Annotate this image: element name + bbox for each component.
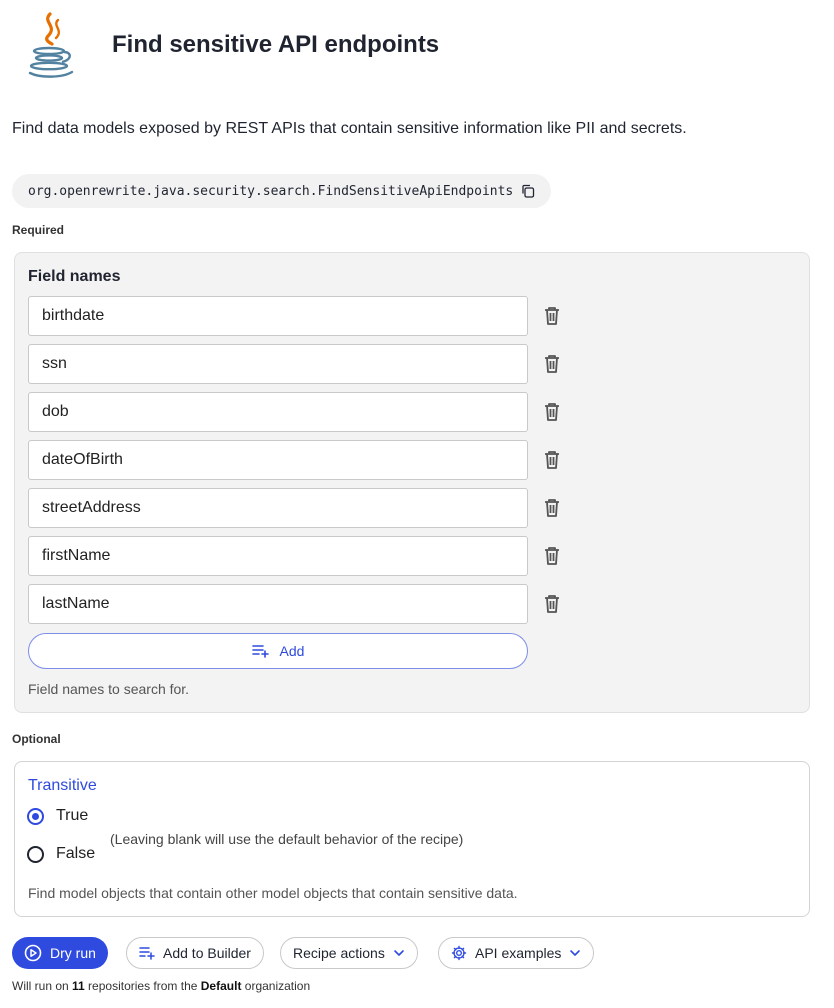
playlist-add-icon bbox=[139, 947, 155, 960]
optional-options-panel: Transitive True False (Leaving blank wil… bbox=[14, 761, 810, 917]
run-note-suffix: organization bbox=[241, 979, 311, 993]
trash-icon[interactable] bbox=[540, 304, 564, 328]
radio-button[interactable] bbox=[27, 845, 44, 863]
gear-icon bbox=[451, 945, 467, 961]
recipe-description: Find data models exposed by REST APIs th… bbox=[12, 120, 687, 137]
radio-label-false: False bbox=[56, 845, 96, 862]
radio-option-true[interactable]: True bbox=[27, 807, 88, 825]
field-row: lastName bbox=[28, 584, 568, 624]
field-name-input[interactable]: ssn bbox=[28, 344, 528, 384]
api-examples-dropdown[interactable]: API examples bbox=[438, 937, 595, 969]
recipe-id-chip[interactable]: org.openrewrite.java.security.search.Fin… bbox=[12, 174, 552, 208]
transitive-default-hint: (Leaving blank will use the default beha… bbox=[110, 831, 464, 847]
trash-icon[interactable] bbox=[540, 352, 564, 376]
play-circle-icon bbox=[24, 944, 42, 962]
trash-icon[interactable] bbox=[540, 496, 564, 520]
recipe-actions-dropdown[interactable]: Recipe actions bbox=[280, 937, 418, 969]
trash-icon[interactable] bbox=[540, 592, 564, 616]
chevron-down-icon bbox=[394, 950, 404, 956]
repository-count: 11 bbox=[72, 979, 85, 993]
chevron-down-icon bbox=[570, 950, 581, 956]
dry-run-button[interactable]: Dry run bbox=[12, 937, 108, 969]
field-row: firstName bbox=[28, 536, 568, 576]
java-coffee-cup-icon bbox=[28, 12, 74, 78]
api-examples-label: API examples bbox=[475, 945, 562, 961]
add-to-builder-button[interactable]: Add to Builder bbox=[126, 937, 264, 969]
trash-icon[interactable] bbox=[540, 544, 564, 568]
field-row: streetAddress bbox=[28, 488, 568, 528]
required-section-label: Required bbox=[12, 223, 65, 237]
field-row: birthdate bbox=[28, 296, 568, 336]
field-name-input[interactable]: dob bbox=[28, 392, 528, 432]
field-names-help: Field names to search for. bbox=[28, 681, 190, 697]
playlist-add-icon bbox=[251, 645, 269, 658]
radio-label-true: True bbox=[56, 807, 89, 824]
trash-icon[interactable] bbox=[540, 400, 564, 424]
trash-icon[interactable] bbox=[540, 448, 564, 472]
recipe-actions-label: Recipe actions bbox=[293, 945, 385, 961]
transitive-label: Transitive bbox=[28, 777, 97, 794]
add-button-label: Add bbox=[279, 643, 305, 659]
required-options-panel: Field names birthdate ssn dob dateOfBirt… bbox=[14, 252, 810, 713]
field-name-input[interactable]: lastName bbox=[28, 584, 528, 624]
field-names-label: Field names bbox=[28, 268, 121, 285]
page-title: Find sensitive API endpoints bbox=[112, 31, 440, 58]
copy-icon[interactable] bbox=[521, 184, 535, 198]
add-to-builder-label: Add to Builder bbox=[163, 945, 251, 961]
run-scope-note: Will run on 11 repositories from the Def… bbox=[12, 979, 310, 993]
run-note-middle: repositories from the bbox=[84, 979, 201, 993]
field-row: dateOfBirth bbox=[28, 440, 568, 480]
add-field-button[interactable]: Add bbox=[28, 633, 528, 669]
recipe-id-text: org.openrewrite.java.security.search.Fin… bbox=[28, 183, 514, 199]
field-name-input[interactable]: dateOfBirth bbox=[28, 440, 528, 480]
run-note-prefix: Will run on bbox=[12, 979, 73, 993]
field-name-input[interactable]: firstName bbox=[28, 536, 528, 576]
radio-button-checked[interactable] bbox=[27, 807, 44, 825]
field-row: dob bbox=[28, 392, 568, 432]
radio-option-false[interactable]: False bbox=[27, 845, 95, 863]
transitive-help: Find model objects that contain other mo… bbox=[28, 885, 518, 901]
dry-run-label: Dry run bbox=[50, 945, 96, 961]
optional-section-label: Optional bbox=[12, 732, 61, 746]
organization-name: Default bbox=[200, 979, 242, 993]
field-name-input[interactable]: streetAddress bbox=[28, 488, 528, 528]
field-name-input[interactable]: birthdate bbox=[28, 296, 528, 336]
recipe-header: Find sensitive API endpoints bbox=[0, 0, 834, 95]
field-row: ssn bbox=[28, 344, 568, 384]
